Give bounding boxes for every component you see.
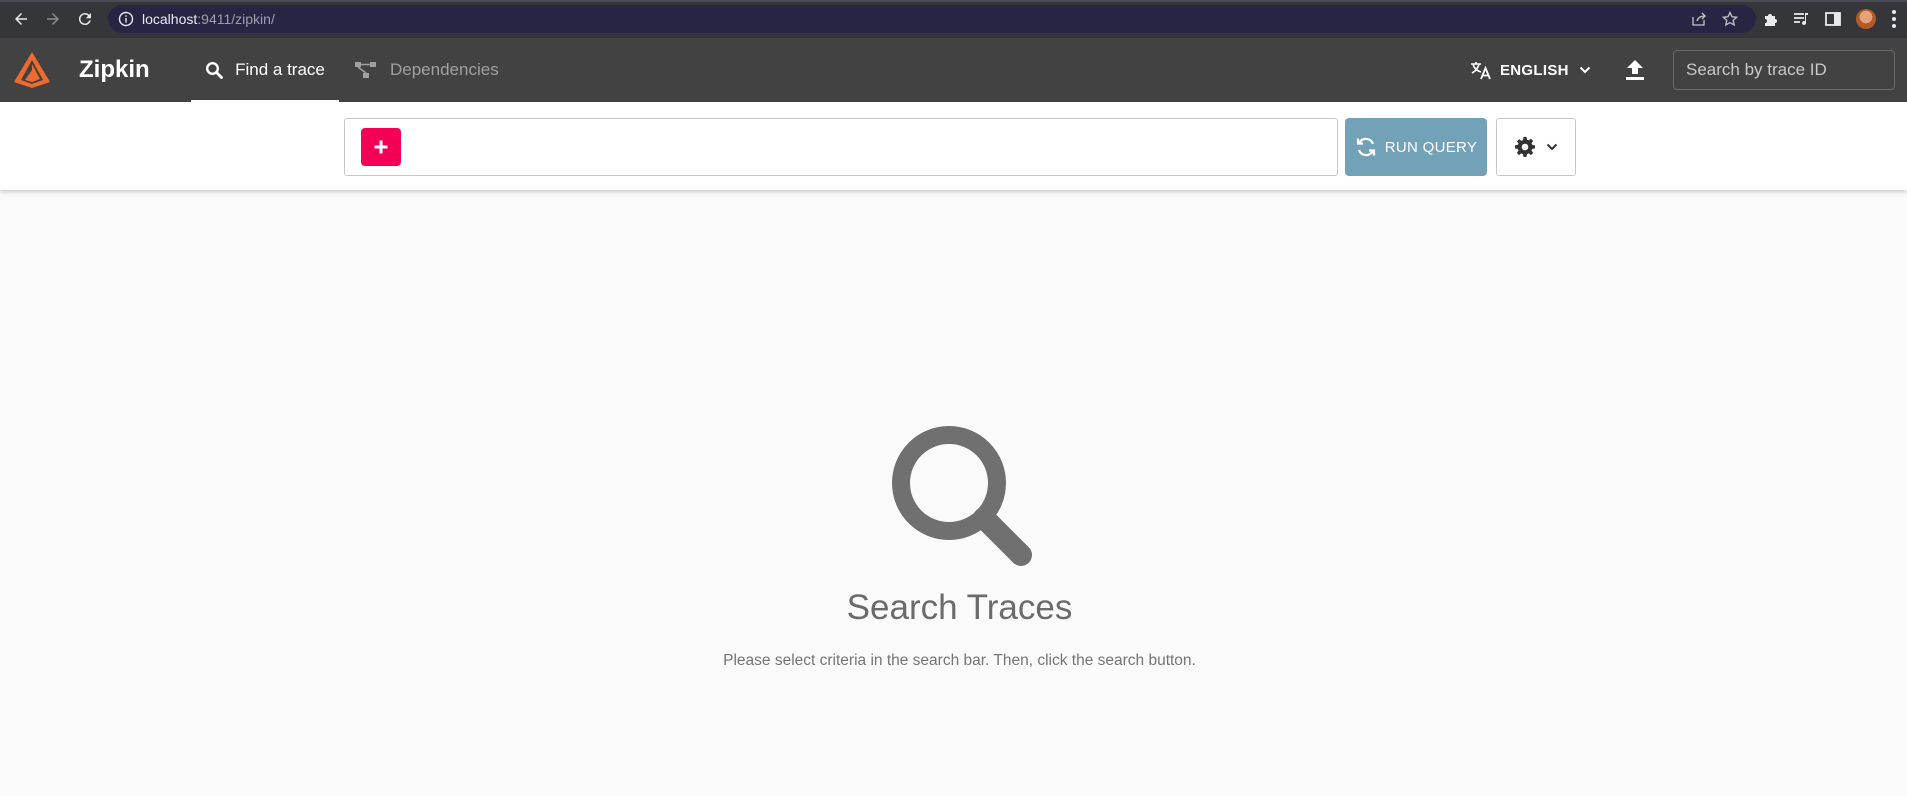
- language-selector[interactable]: ENGLISH: [1470, 38, 1591, 102]
- forward-arrow-icon[interactable]: [43, 9, 63, 29]
- browser-menu-icon[interactable]: [1892, 10, 1896, 28]
- search-icon: [206, 61, 224, 79]
- brand-title[interactable]: Zipkin: [79, 56, 150, 84]
- app-header: Zipkin Find a trace Dependencies ENGLISH: [0, 38, 1907, 102]
- tab-label: Find a trace: [235, 60, 325, 79]
- gear-icon: [1515, 136, 1535, 157]
- bookmark-star-icon[interactable]: [1722, 11, 1738, 27]
- extensions-puzzle-icon[interactable]: [1762, 10, 1780, 28]
- empty-state-title: Search Traces: [846, 588, 1073, 627]
- refresh-icon: [1356, 137, 1375, 157]
- reload-icon[interactable]: [75, 9, 95, 29]
- magnifier-icon: [892, 426, 1032, 566]
- share-icon[interactable]: [1691, 11, 1707, 27]
- plus-icon: [374, 140, 388, 154]
- run-query-label: RUN QUERY: [1384, 138, 1478, 156]
- side-panel-icon[interactable]: [1824, 10, 1842, 28]
- language-label: ENGLISH: [1500, 61, 1569, 79]
- chevron-down-icon: [1546, 143, 1558, 151]
- query-bar: RUN QUERY: [0, 102, 1907, 190]
- address-bar[interactable]: localhost:9411/zipkin/: [108, 5, 1756, 33]
- dependencies-graph-icon: [355, 62, 376, 78]
- translate-icon: [1471, 62, 1491, 80]
- run-query-button[interactable]: RUN QUERY: [1345, 118, 1487, 176]
- upload-icon[interactable]: [1624, 58, 1646, 82]
- chevron-down-icon: [1579, 66, 1590, 74]
- tab-label: Dependencies: [390, 60, 499, 79]
- profile-avatar[interactable]: [1856, 9, 1876, 29]
- settings-dropdown-button[interactable]: [1496, 118, 1576, 176]
- url-text: localhost:9411/zipkin/: [142, 11, 275, 27]
- tab-find-a-trace[interactable]: Find a trace: [191, 38, 339, 102]
- search-criteria-field[interactable]: [344, 118, 1338, 176]
- tab-strip-edge: [0, 0, 1907, 2]
- site-info-icon[interactable]: [118, 11, 134, 27]
- browser-toolbar: localhost:9411/zipkin/: [0, 0, 1907, 38]
- add-criteria-button[interactable]: [361, 128, 401, 166]
- tab-dependencies[interactable]: Dependencies: [354, 38, 504, 102]
- trace-id-search-input[interactable]: [1673, 50, 1895, 90]
- zipkin-logo-icon[interactable]: [12, 50, 52, 90]
- back-arrow-icon[interactable]: [11, 9, 31, 29]
- reading-list-icon[interactable]: [1792, 10, 1810, 28]
- empty-state-subtitle: Please select criteria in the search bar…: [723, 652, 1196, 669]
